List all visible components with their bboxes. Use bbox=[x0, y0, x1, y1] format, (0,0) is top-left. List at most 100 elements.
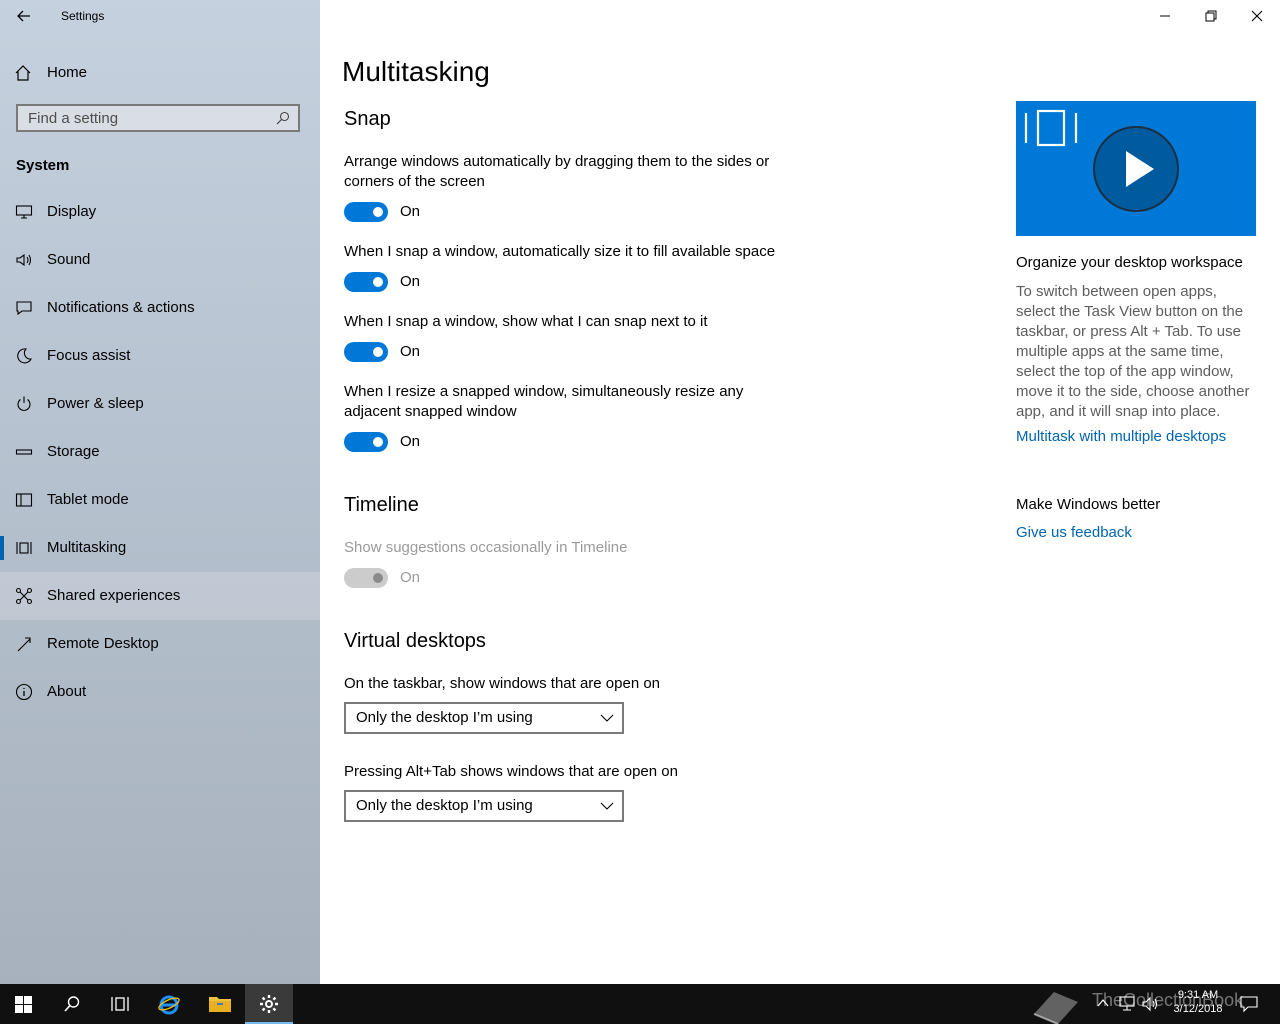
sidebar-item-label: Shared experiences bbox=[47, 587, 181, 604]
clock-date: 3/12/2018 bbox=[1173, 1003, 1223, 1015]
snap-fill-toggle[interactable] bbox=[344, 272, 388, 292]
timeline-suggestions-toggle bbox=[344, 568, 388, 588]
remote-icon bbox=[17, 637, 31, 652]
sidebar-item-label: Multitasking bbox=[47, 539, 127, 556]
snap-arrange-toggle[interactable] bbox=[344, 202, 388, 222]
gear-icon bbox=[260, 995, 278, 1013]
sidebar-item-label: Display bbox=[47, 203, 97, 220]
snap-resize-label: When I resize a snapped window, simultan… bbox=[344, 383, 744, 420]
search-icon bbox=[64, 996, 80, 1012]
sidebar-item-tablet-mode[interactable]: Tablet mode bbox=[0, 476, 320, 524]
chevron-down-icon bbox=[600, 714, 614, 722]
app-title: Settings bbox=[61, 9, 105, 23]
action-center-icon[interactable] bbox=[1240, 995, 1258, 1013]
sidebar-item-label: Focus assist bbox=[47, 347, 131, 364]
sidebar-item-remote-desktop[interactable]: Remote Desktop bbox=[0, 620, 320, 668]
chevron-down-icon bbox=[600, 802, 614, 810]
search-input[interactable] bbox=[28, 110, 268, 127]
play-icon[interactable] bbox=[1092, 125, 1180, 213]
feedback-heading: Make Windows better bbox=[1016, 496, 1161, 513]
sidebar-item-focus-assist[interactable]: Focus assist bbox=[0, 332, 320, 380]
taskbar-windows-label: On the taskbar, show windows that are op… bbox=[344, 675, 661, 692]
multiple-desktops-link[interactable]: Multitask with multiple desktops bbox=[1016, 428, 1226, 445]
close-icon[interactable] bbox=[1234, 0, 1280, 32]
sidebar-item-label: Tablet mode bbox=[47, 491, 129, 508]
timeline-suggestions-label: Show suggestions occasionally in Timelin… bbox=[344, 539, 628, 556]
sidebar-nav: Display Sound Notifications & actions Fo… bbox=[0, 188, 320, 716]
virtual-desktops-heading: Virtual desktops bbox=[344, 630, 486, 652]
sidebar-item-multitasking[interactable]: Multitasking bbox=[0, 524, 320, 572]
home-icon bbox=[15, 65, 31, 81]
edge-browser-button[interactable] bbox=[144, 984, 192, 1024]
sidebar-item-home[interactable]: Home bbox=[0, 56, 320, 90]
toggle-knob bbox=[373, 573, 383, 583]
task-view-button[interactable] bbox=[96, 984, 144, 1024]
sidebar-item-sound[interactable]: Sound bbox=[0, 236, 320, 284]
snap-assist-label: When I snap a window, show what I can sn… bbox=[344, 313, 708, 330]
sidebar-item-shared-experiences[interactable]: Shared experiences bbox=[0, 572, 320, 620]
main-content: Multitasking Snap Arrange windows automa… bbox=[320, 0, 1280, 984]
moon-icon bbox=[17, 348, 32, 364]
multitask-icon bbox=[16, 542, 32, 554]
book-logo-icon bbox=[1033, 992, 1078, 1024]
snap-resize-toggle[interactable] bbox=[344, 432, 388, 452]
sidebar-item-label: About bbox=[47, 683, 87, 700]
sidebar-item-power-sleep[interactable]: Power & sleep bbox=[0, 380, 320, 428]
sidebar-item-label: Home bbox=[47, 64, 88, 81]
search-button[interactable] bbox=[48, 984, 96, 1024]
alttab-windows-dropdown[interactable]: Only the desktop I’m using bbox=[344, 790, 624, 822]
video-title: Organize your desktop workspace bbox=[1016, 254, 1243, 271]
search-icon[interactable] bbox=[276, 111, 290, 125]
alttab-windows-label: Pressing Alt+Tab shows windows that are … bbox=[344, 763, 678, 780]
sidebar-item-about[interactable]: About bbox=[0, 668, 320, 716]
snap-assist-toggle[interactable] bbox=[344, 342, 388, 362]
folder-icon bbox=[209, 997, 231, 1012]
dropdown-value: Only the desktop I’m using bbox=[356, 797, 533, 814]
clock-time: 9:31 AM bbox=[1177, 989, 1219, 1001]
snap-heading: Snap bbox=[344, 108, 391, 130]
settings-taskbar-button[interactable] bbox=[245, 984, 293, 1024]
taskbar-windows-dropdown[interactable]: Only the desktop I’m using bbox=[344, 702, 624, 734]
drive-icon bbox=[15, 449, 33, 455]
title-bar: Settings bbox=[0, 0, 320, 32]
tablet-icon bbox=[15, 493, 33, 507]
back-arrow-icon[interactable] bbox=[14, 6, 34, 26]
sidebar-item-storage[interactable]: Storage bbox=[0, 428, 320, 476]
file-explorer-button[interactable] bbox=[196, 984, 244, 1024]
toggle-state: On bbox=[400, 273, 421, 290]
search-box[interactable] bbox=[16, 104, 300, 132]
task-view-icon bbox=[111, 997, 129, 1011]
toggle-knob bbox=[373, 437, 383, 447]
restore-icon[interactable] bbox=[1188, 0, 1234, 32]
start-button[interactable] bbox=[0, 984, 48, 1024]
snap-fill-label: When I snap a window, automatically size… bbox=[344, 243, 776, 260]
page-title: Multitasking bbox=[342, 56, 490, 87]
toggle-knob bbox=[373, 207, 383, 217]
sidebar-item-label: Remote Desktop bbox=[47, 635, 159, 652]
feedback-link[interactable]: Give us feedback bbox=[1016, 524, 1132, 541]
snap-arrange-label: Arrange windows automatically by draggin… bbox=[344, 153, 770, 190]
clock[interactable]: 9:31 AM 3/12/2018 bbox=[1158, 988, 1238, 1016]
sidebar-item-label: Sound bbox=[47, 251, 91, 268]
snap-window-icon bbox=[1024, 109, 1078, 147]
toggle-state: On bbox=[400, 203, 421, 220]
network-icon[interactable] bbox=[1118, 996, 1136, 1012]
message-icon bbox=[16, 301, 32, 316]
sidebar-item-display[interactable]: Display bbox=[0, 188, 320, 236]
timeline-heading: Timeline bbox=[344, 494, 419, 516]
video-thumbnail[interactable] bbox=[1016, 101, 1256, 236]
dropdown-value: Only the desktop I’m using bbox=[356, 709, 533, 726]
section-heading: System bbox=[16, 157, 70, 174]
toggle-state: On bbox=[400, 569, 421, 586]
sidebar-item-label: Power & sleep bbox=[47, 395, 144, 412]
sidebar-item-notifications[interactable]: Notifications & actions bbox=[0, 284, 320, 332]
share-icon bbox=[15, 587, 33, 605]
minimize-icon[interactable] bbox=[1142, 0, 1188, 32]
info-icon bbox=[15, 683, 33, 701]
power-icon bbox=[17, 396, 31, 411]
speaker-icon bbox=[16, 253, 32, 267]
sidebar-item-label: Storage bbox=[47, 443, 100, 460]
toggle-knob bbox=[373, 277, 383, 287]
chevron-up-icon[interactable] bbox=[1096, 996, 1110, 1010]
internet-explorer-icon bbox=[158, 995, 180, 1015]
